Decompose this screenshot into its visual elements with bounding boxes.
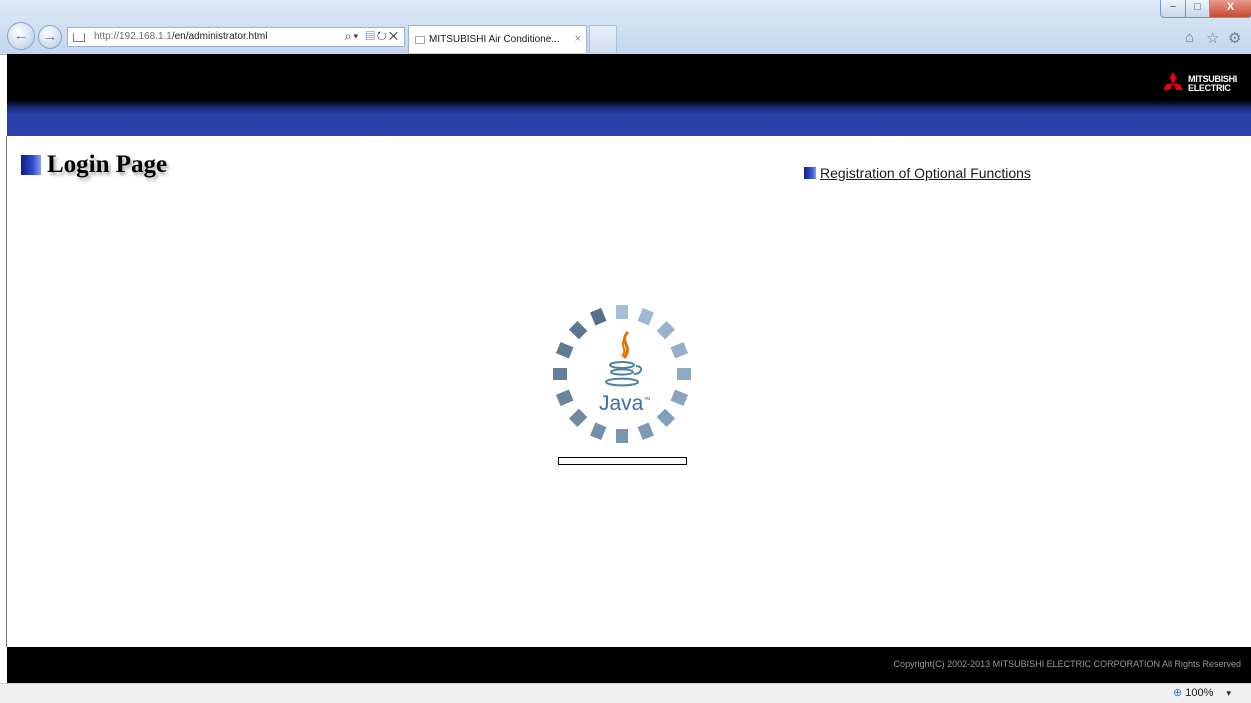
address-bar[interactable]: http://192.168.1.1/en/administrator.html… bbox=[67, 27, 405, 47]
mitsubishi-logo: MITSUBISHI ELECTRIC bbox=[1160, 72, 1240, 98]
frame-left-border bbox=[6, 136, 7, 647]
tab-title: MITSUBISHI Air Conditione... bbox=[429, 34, 560, 45]
home-icon[interactable]: ⌂ bbox=[1185, 29, 1194, 46]
window-minimize-button[interactable]: − bbox=[1160, 0, 1186, 18]
address-url[interactable]: http://192.168.1.1/en/administrator.html bbox=[94, 31, 267, 42]
browser-chrome: ← → http://192.168.1.1/en/administrator.… bbox=[0, 0, 1251, 55]
page-icon bbox=[73, 33, 85, 42]
java-logo-text: Java™ bbox=[599, 392, 651, 415]
tab-close-icon[interactable]: × bbox=[575, 33, 581, 45]
java-cup-icon bbox=[605, 330, 642, 387]
copyright-text: Copyright(C) 2002-2013 MITSUBISHI ELECTR… bbox=[893, 659, 1241, 669]
search-icon[interactable]: ⌕ bbox=[344, 29, 353, 43]
zoom-dropdown-icon[interactable]: ▾ bbox=[1226, 688, 1231, 698]
refresh-icon[interactable]: ↻ bbox=[377, 29, 389, 43]
browser-tab[interactable]: MITSUBISHI Air Conditione... × bbox=[408, 25, 587, 53]
forward-button[interactable]: → bbox=[38, 25, 62, 49]
tab-page-icon bbox=[415, 36, 425, 44]
registration-optional-functions-link[interactable]: Registration of Optional Functions bbox=[820, 165, 1031, 181]
zoom-control[interactable]: ⊕ 100% ▾ bbox=[1173, 686, 1231, 699]
back-arrow-icon: ← bbox=[13, 27, 29, 44]
three-diamonds-icon bbox=[1163, 72, 1183, 90]
stop-icon[interactable]: ✕ bbox=[389, 29, 400, 43]
address-tools: ⌕▾ ▤↻✕ bbox=[344, 29, 400, 44]
page-title: Login Page bbox=[47, 151, 168, 178]
link-marker-square bbox=[804, 167, 816, 179]
forward-arrow-icon: → bbox=[42, 28, 58, 45]
back-button[interactable]: ← bbox=[7, 22, 35, 50]
java-loading-progress-bar bbox=[558, 457, 687, 465]
window-maximize-button[interactable]: □ bbox=[1185, 0, 1210, 18]
java-loading-spinner: Java™ bbox=[548, 300, 696, 448]
favorites-icon[interactable]: ☆ bbox=[1206, 29, 1219, 47]
header-blue-band bbox=[7, 100, 1251, 136]
new-tab-button[interactable] bbox=[589, 25, 617, 52]
settings-gear-icon[interactable]: ⚙ bbox=[1228, 29, 1241, 47]
logo-line-2: ELECTRIC bbox=[1188, 83, 1231, 93]
browser-status-bar: ⊕ 100% ▾ bbox=[0, 683, 1251, 703]
compatibility-view-icon[interactable]: ▤ bbox=[366, 29, 377, 43]
page-footer: Copyright(C) 2002-2013 MITSUBISHI ELECTR… bbox=[7, 647, 1251, 683]
zoom-icon: ⊕ bbox=[1172, 687, 1183, 699]
zoom-level: 100% bbox=[1185, 687, 1214, 699]
search-dropdown-icon[interactable]: ▾ bbox=[353, 29, 360, 43]
window-close-button[interactable]: X bbox=[1209, 0, 1251, 18]
title-marker-square bbox=[21, 155, 41, 175]
